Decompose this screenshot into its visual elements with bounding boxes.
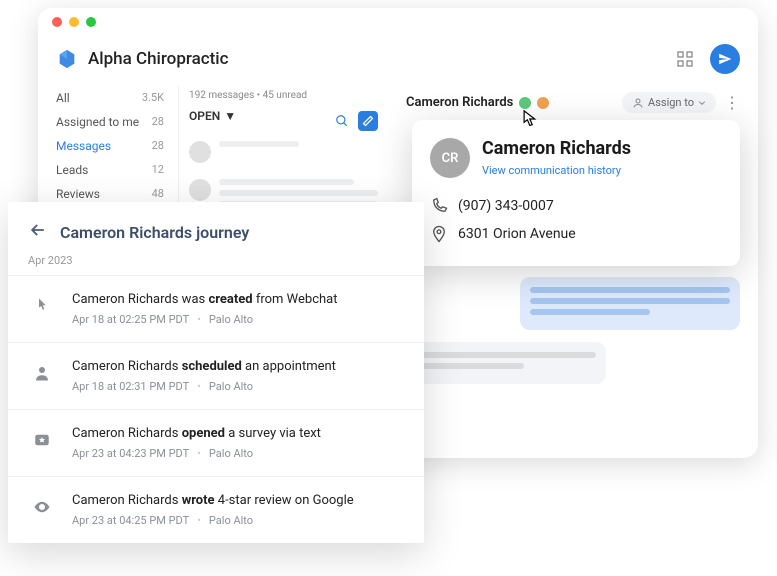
close-dot[interactable] [52, 17, 62, 27]
sidebar-item-all[interactable]: All 3.5K [56, 86, 178, 110]
user-icon [632, 97, 644, 109]
chat-bubble-in [406, 342, 606, 384]
location-icon [430, 225, 448, 243]
sidebar-item-assigned[interactable]: Assigned to me 28 [56, 110, 178, 134]
assign-label: Assign to [648, 96, 694, 109]
sidebar-count: 28 [152, 115, 164, 129]
header-actions [670, 44, 740, 74]
avatar: CR [430, 138, 470, 178]
app-title: Alpha Chiropractic [88, 49, 660, 69]
journey-item[interactable]: Cameron Richards scheduled an appointmen… [8, 342, 424, 409]
journey-meta: Apr 18 at 02:31 PM PDT•Palo Alto [72, 380, 404, 393]
journey-text: Cameron Richards opened a survey via tex… [72, 426, 404, 441]
sidebar-count: 12 [152, 163, 164, 177]
message-row[interactable] [189, 133, 378, 171]
compose-icon[interactable] [358, 111, 378, 131]
journey-month: Apr 2023 [8, 254, 424, 275]
filter-open[interactable]: OPEN ▼ [189, 109, 236, 133]
app-header: Alpha Chiropractic [38, 36, 758, 86]
journey-item[interactable]: Cameron Richards wrote 4-star review on … [8, 476, 424, 543]
message-list-actions [332, 111, 378, 131]
person-icon [28, 359, 56, 387]
star-icon [28, 426, 56, 454]
journey-text: Cameron Richards scheduled an appointmen… [72, 359, 404, 374]
journey-header: Cameron Richards journey [8, 202, 424, 254]
journey-meta: Apr 23 at 04:23 PM PDT•Palo Alto [72, 447, 404, 460]
sidebar-label: Messages [56, 139, 111, 153]
sidebar-count: 48 [152, 187, 164, 201]
sidebar-label: Assigned to me [56, 115, 139, 129]
avatar [189, 179, 211, 201]
journey-meta: Apr 18 at 02:25 PM PDT•Palo Alto [72, 313, 404, 326]
sidebar-count: 28 [152, 139, 164, 153]
send-icon[interactable] [710, 44, 740, 74]
chevron-down-icon [698, 99, 706, 107]
phone-icon [430, 197, 448, 215]
pointer-icon [28, 292, 56, 320]
journey-item[interactable]: Cameron Richards was created from Webcha… [8, 275, 424, 342]
sidebar-item-leads[interactable]: Leads 12 [56, 158, 178, 182]
filter-label: OPEN [189, 109, 220, 123]
sidebar-label: Leads [56, 163, 88, 177]
address-row[interactable]: 6301 Orion Avenue [430, 220, 722, 248]
sidebar-label: All [56, 91, 70, 105]
conversation-header: Cameron Richards Assign to ⋮ [406, 92, 740, 123]
avatar [189, 141, 211, 163]
history-link[interactable]: View communication history [482, 164, 621, 177]
phone-row[interactable]: (907) 343-0007 [430, 192, 722, 220]
dropdown-icon: ▼ [224, 109, 236, 123]
maximize-dot[interactable] [86, 17, 96, 27]
contact-name: Cameron Richards [406, 95, 513, 110]
journey-panel: Cameron Richards journey Apr 2023 Camero… [8, 202, 424, 543]
journey-text: Cameron Richards wrote 4-star review on … [72, 493, 404, 508]
journey-meta: Apr 23 at 04:25 PM PDT•Palo Alto [72, 514, 404, 527]
popup-header: CR Cameron Richards View communication h… [430, 138, 722, 178]
journey-item[interactable]: Cameron Richards opened a survey via tex… [8, 409, 424, 476]
eye-icon [28, 493, 56, 521]
sidebar-label: Reviews [56, 187, 100, 201]
app-logo-icon [56, 48, 78, 70]
titlebar [38, 8, 758, 36]
back-icon[interactable] [28, 220, 48, 244]
phone-value: (907) 343-0007 [458, 198, 554, 214]
search-icon[interactable] [332, 111, 352, 131]
grid-icon[interactable] [670, 44, 700, 74]
chat-bubble-out [520, 277, 740, 330]
contact-popup: CR Cameron Richards View communication h… [412, 120, 740, 266]
message-summary: 192 messages • 45 unread [189, 86, 378, 109]
cursor-icon [516, 106, 542, 132]
sidebar-count: 3.5K [142, 91, 164, 105]
sidebar-item-messages[interactable]: Messages 28 [56, 134, 178, 158]
more-icon[interactable]: ⋮ [724, 93, 740, 112]
journey-text: Cameron Richards was created from Webcha… [72, 292, 404, 307]
minimize-dot[interactable] [69, 17, 79, 27]
popup-contact-name: Cameron Richards [482, 138, 631, 159]
conversation-actions: Assign to ⋮ [622, 92, 740, 113]
address-value: 6301 Orion Avenue [458, 226, 576, 242]
assign-button[interactable]: Assign to [622, 92, 716, 113]
journey-title: Cameron Richards journey [60, 223, 249, 242]
